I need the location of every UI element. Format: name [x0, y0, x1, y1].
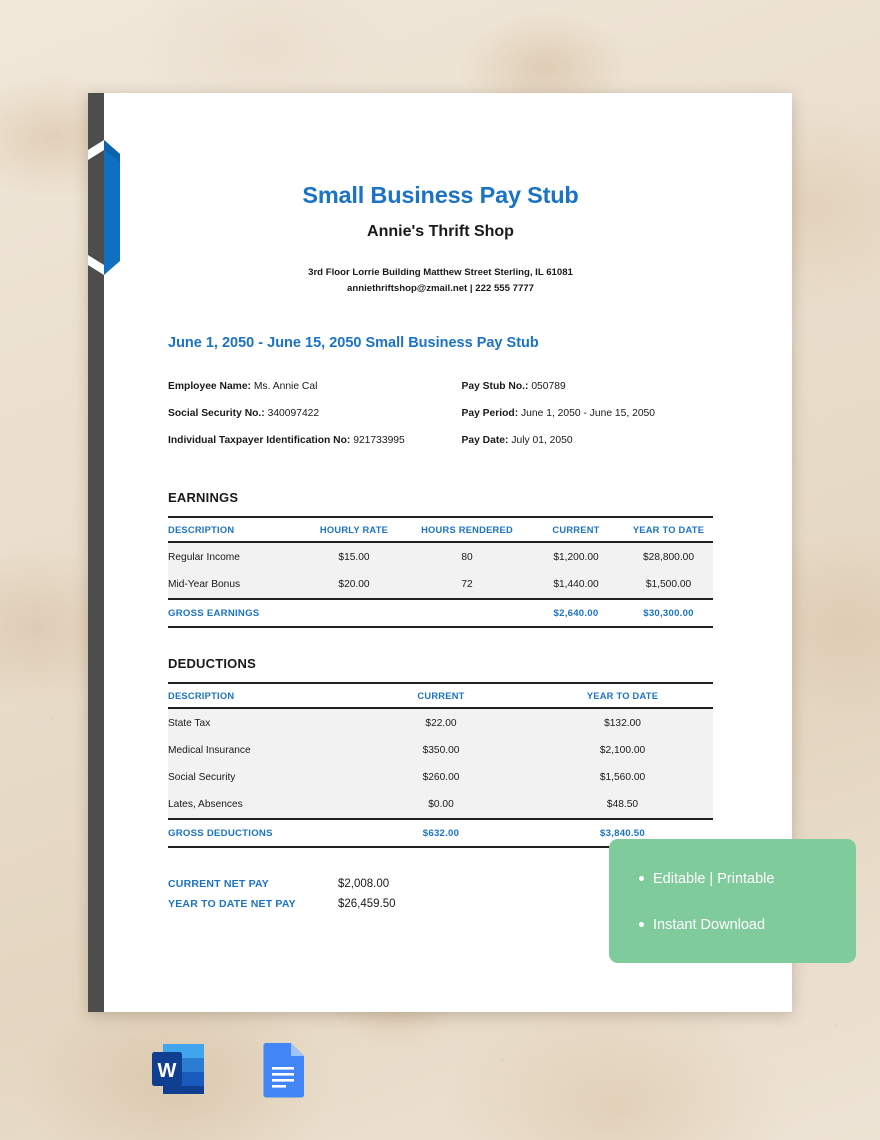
earnings-row0-current: $1,200.00	[528, 542, 624, 571]
gross-earnings-ytd: $30,300.00	[624, 598, 713, 628]
earnings-col-hourly-rate: HOURLY RATE	[302, 516, 406, 543]
gross-earnings-label: GROSS EARNINGS	[168, 598, 302, 628]
earnings-row0-description: Regular Income	[168, 542, 302, 571]
google-docs-icon[interactable]	[252, 1038, 314, 1100]
table-row: Social Security $260.00 $1,560.00	[168, 764, 713, 791]
page-title: Small Business Pay Stub	[302, 182, 579, 208]
deductions-col-current: CURRENT	[350, 682, 532, 709]
earnings-row1-description: Mid-Year Bonus	[168, 571, 302, 599]
meta-pay-period-value: June 1, 2050 - June 15, 2050	[521, 408, 655, 419]
meta-social-security: Social Security No.: 340097422	[168, 400, 441, 427]
deductions-row1-current: $350.00	[350, 737, 532, 764]
meta-taxpayer-id-value: 921733995	[353, 435, 405, 446]
document-spine-bar	[88, 93, 104, 1012]
earnings-row1-current: $1,440.00	[528, 571, 624, 599]
promo-item-editable-printable: Editable | Printable	[639, 867, 856, 891]
meta-employee-name-label: Employee Name:	[168, 381, 251, 392]
bullet-icon	[639, 875, 644, 881]
table-row: Lates, Absences $0.00 $48.50	[168, 791, 713, 819]
gross-earnings-blank-1	[302, 598, 406, 628]
earnings-col-description: DESCRIPTION	[168, 516, 302, 543]
file-format-icons: W	[148, 1038, 314, 1100]
current-net-pay-value: $2,008.00	[338, 878, 390, 890]
earnings-row1-hourly-rate: $20.00	[302, 571, 406, 599]
promo-item-editable-printable-label: Editable | Printable	[653, 871, 775, 887]
deductions-row1-ytd: $2,100.00	[532, 737, 713, 764]
meta-employee-name: Employee Name: Ms. Annie Cal	[168, 373, 441, 400]
earnings-header-row: DESCRIPTION HOURLY RATE HOURS RENDERED C…	[168, 516, 713, 543]
bullet-icon	[639, 921, 644, 927]
gross-earnings-current: $2,640.00	[528, 598, 624, 628]
company-email-phone: anniethriftshop@zmail.net | 222 555 7777	[347, 283, 534, 294]
deductions-row2-description: Social Security	[168, 764, 350, 791]
ytd-net-pay-label: YEAR TO DATE NET PAY	[168, 898, 296, 910]
meta-pay-period-label: Pay Period:	[461, 408, 519, 419]
table-row: State Tax $22.00 $132.00	[168, 708, 713, 737]
meta-social-security-value: 340097422	[267, 408, 320, 419]
table-row: Medical Insurance $350.00 $2,100.00	[168, 737, 713, 764]
ytd-net-pay-value: $26,459.50	[338, 898, 396, 910]
earnings-table: DESCRIPTION HOURLY RATE HOURS RENDERED C…	[168, 516, 713, 628]
earnings-section-title: EARNINGS	[168, 490, 239, 505]
promo-item-instant-download-label: Instant Download	[653, 917, 766, 933]
meta-pay-period: Pay Period: June 1, 2050 - June 15, 2050	[462, 400, 735, 427]
microsoft-word-icon[interactable]: W	[148, 1038, 210, 1100]
company-contact-block: 3rd Floor Lorrie Building Matthew Street…	[168, 265, 713, 297]
promo-item-instant-download: Instant Download	[639, 913, 856, 937]
deductions-row0-current: $22.00	[350, 708, 532, 737]
deductions-row0-ytd: $132.00	[532, 708, 713, 737]
deductions-row2-current: $260.00	[350, 764, 532, 791]
deductions-header-row: DESCRIPTION CURRENT YEAR TO DATE	[168, 682, 713, 709]
current-net-pay-label: CURRENT NET PAY	[168, 878, 270, 890]
meta-taxpayer-id: Individual Taxpayer Identification No: 9…	[168, 427, 441, 454]
meta-pay-date-value: July 01, 2050	[511, 435, 573, 446]
meta-pay-date: Pay Date: July 01, 2050	[462, 427, 735, 454]
meta-social-security-label: Social Security No.:	[168, 408, 265, 419]
earnings-row1-ytd: $1,500.00	[624, 571, 713, 599]
employee-meta-right-column: Pay Stub No.: 050789 Pay Period: June 1,…	[441, 373, 735, 454]
promo-badge: Editable | Printable Instant Download	[609, 839, 856, 963]
deductions-col-ytd: YEAR TO DATE	[532, 682, 713, 709]
earnings-row0-ytd: $28,800.00	[624, 542, 713, 571]
earnings-col-hours: HOURS RENDERED	[406, 516, 528, 543]
deductions-row1-description: Medical Insurance	[168, 737, 350, 764]
meta-pay-date-label: Pay Date:	[461, 435, 509, 446]
deductions-section-title: DEDUCTIONS	[168, 656, 256, 671]
deductions-col-description: DESCRIPTION	[168, 682, 350, 709]
meta-paystub-no-label: Pay Stub No.:	[461, 381, 529, 392]
earnings-col-current: CURRENT	[528, 516, 624, 543]
table-row: Regular Income $15.00 80 $1,200.00 $28,8…	[168, 542, 713, 571]
gross-earnings-blank-2	[406, 598, 528, 628]
deductions-row3-description: Lates, Absences	[168, 791, 350, 819]
earnings-row1-hours: 72	[406, 571, 528, 599]
meta-employee-name-value: Ms. Annie Cal	[253, 381, 318, 392]
pay-period-heading: June 1, 2050 - June 15, 2050 Small Busin…	[168, 335, 539, 351]
company-name: Annie's Thrift Shop	[367, 223, 514, 240]
deductions-table: DESCRIPTION CURRENT YEAR TO DATE State T…	[168, 682, 713, 848]
earnings-row0-hours: 80	[406, 542, 528, 571]
deductions-row2-ytd: $1,560.00	[532, 764, 713, 791]
table-row: Mid-Year Bonus $20.00 72 $1,440.00 $1,50…	[168, 571, 713, 599]
deductions-row0-description: State Tax	[168, 708, 350, 737]
gross-deductions-label: GROSS DEDUCTIONS	[168, 818, 350, 848]
meta-paystub-no-value: 050789	[531, 381, 566, 392]
employee-meta-left-column: Employee Name: Ms. Annie Cal Social Secu…	[168, 373, 441, 454]
deductions-row3-ytd: $48.50	[532, 791, 713, 819]
deductions-row3-current: $0.00	[350, 791, 532, 819]
meta-paystub-no: Pay Stub No.: 050789	[462, 373, 735, 400]
gross-deductions-current: $632.00	[350, 818, 532, 848]
company-address: 3rd Floor Lorrie Building Matthew Street…	[308, 267, 573, 278]
earnings-row0-hourly-rate: $15.00	[302, 542, 406, 571]
meta-taxpayer-id-label: Individual Taxpayer Identification No:	[168, 435, 351, 446]
svg-text:W: W	[158, 1060, 177, 1082]
earnings-total-row: GROSS EARNINGS $2,640.00 $30,300.00	[168, 598, 713, 628]
earnings-col-ytd: YEAR TO DATE	[624, 516, 713, 543]
employee-meta-grid: Employee Name: Ms. Annie Cal Social Secu…	[168, 373, 713, 454]
